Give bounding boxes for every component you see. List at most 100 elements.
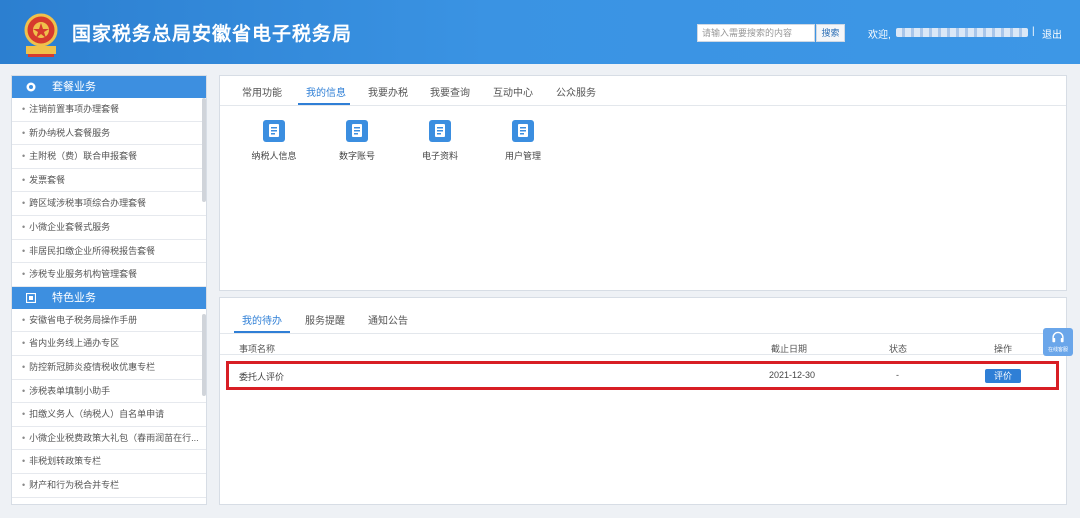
sidebar-item-label: 非税划转政策专栏 bbox=[29, 456, 102, 467]
bullet-icon: • bbox=[22, 221, 26, 232]
column-header-name: 事项名称 bbox=[239, 344, 276, 354]
user-management-icon bbox=[512, 120, 534, 142]
sidebar-section-featured[interactable]: 特色业务 bbox=[12, 286, 206, 309]
sidebar-item-label: 扣缴义务人（纳税人）自名单申请 bbox=[29, 409, 165, 420]
sidebar-item-label: 主附税（费）联合申报套餐 bbox=[29, 151, 138, 162]
sidebar-item[interactable]: • 安徽省电子税务局操作手册 bbox=[12, 309, 206, 333]
logout-link[interactable]: 退出 bbox=[1042, 26, 1062, 41]
electronic-data-icon bbox=[429, 120, 451, 142]
sidebar-item-label: 发票套餐 bbox=[29, 174, 66, 185]
todo-tab-1[interactable]: 服务提醒 bbox=[305, 312, 345, 327]
bullet-icon: • bbox=[22, 314, 26, 325]
site-title: 国家税务总局安徽省电子税务局 bbox=[72, 24, 353, 45]
taxpayer-info-icon bbox=[263, 120, 285, 142]
evaluate-button[interactable]: 评价 bbox=[985, 369, 1021, 383]
sidebar-item-label: 小微企业套餐式服务 bbox=[29, 221, 111, 232]
bullet-icon: • bbox=[22, 338, 26, 349]
app-tile[interactable]: 电子资料 bbox=[410, 120, 470, 162]
sidebar-item-label: 省内业务线上通办专区 bbox=[29, 338, 120, 349]
sidebar: 套餐业务 • 注销前置事项办理套餐 • 新办纳税人套餐服务 • 主附税（费）联合申报套餐 •… bbox=[11, 75, 207, 505]
sidebar-item[interactable]: • 新办纳税人套餐服务 bbox=[12, 122, 206, 146]
sidebar-item[interactable]: • 发票套餐 bbox=[12, 169, 206, 193]
online-service-label: 在线客服 bbox=[1047, 347, 1068, 353]
search-input[interactable]: 请输入需要搜索的内容 bbox=[697, 24, 815, 42]
top-header: 国家税务总局安徽省电子税务局 请输入需要搜索的内容 搜索 欢迎, | 退出 bbox=[0, 0, 1080, 64]
sidebar-item-label: 非居民扣缴企业所得税报告套餐 bbox=[29, 245, 156, 256]
sidebar-item[interactable]: • 小微企业税费政策大礼包（春雨润苗在行... bbox=[12, 427, 206, 451]
welcome-text: 欢迎, bbox=[868, 30, 891, 41]
sidebar-section-label: 特色业务 bbox=[52, 291, 96, 304]
app-tile[interactable]: 用户管理 bbox=[493, 120, 553, 162]
bullet-icon: • bbox=[22, 479, 26, 490]
sidebar-item[interactable]: • 小微企业套餐式服务 bbox=[12, 216, 206, 240]
sidebar-item-label: 新办纳税人套餐服务 bbox=[29, 127, 111, 138]
tab-3[interactable]: 我要查询 bbox=[430, 84, 470, 99]
app-tile[interactable]: 纳税人信息 bbox=[244, 120, 304, 162]
app-label: 纳税人信息 bbox=[251, 151, 297, 161]
bullet-icon: • bbox=[22, 385, 26, 396]
sidebar-item-label: 注销前置事项办理套餐 bbox=[29, 104, 120, 114]
bullet-icon: • bbox=[22, 269, 26, 280]
sidebar-list-featured: • 安徽省电子税务局操作手册 • 省内业务线上通办专区 • 防控新冠肺炎疫情税收优惠专栏 •… bbox=[12, 309, 206, 498]
bullet-icon: • bbox=[22, 409, 26, 420]
sidebar-item-label: 跨区域涉税事项综合办理套餐 bbox=[29, 198, 147, 209]
search-button[interactable]: 搜索 bbox=[816, 24, 845, 42]
tab-2[interactable]: 我要办税 bbox=[368, 84, 408, 99]
row-name: 委托人评价 bbox=[239, 372, 285, 382]
sidebar-item[interactable]: • 非居民扣缴企业所得税报告套餐 bbox=[12, 240, 206, 264]
bullet-icon: • bbox=[22, 198, 26, 209]
bullet-icon: • bbox=[22, 127, 26, 138]
tab-4[interactable]: 互动中心 bbox=[493, 84, 533, 99]
bullet-icon: • bbox=[22, 151, 26, 162]
table-row-highlighted[interactable] bbox=[226, 361, 1059, 390]
function-panel: 常用功能 我的信息 我要办税 我要查询 互动中心 公众服务 纳税人信息 数字账号 电子资料 用户… bbox=[219, 75, 1067, 291]
table-header bbox=[220, 335, 1066, 355]
sidebar-item[interactable]: • 跨区域涉税事项综合办理套餐 bbox=[12, 192, 206, 216]
todo-tab-0[interactable]: 我的待办 bbox=[242, 312, 282, 327]
function-tabs: 常用功能 我的信息 我要办税 我要查询 互动中心 公众服务 bbox=[220, 76, 1066, 106]
bullet-icon: • bbox=[22, 245, 26, 256]
sidebar-item[interactable]: • 扣缴义务人（纳税人）自名单申请 bbox=[12, 403, 206, 427]
todo-tabs: 我的待办 服务提醒 通知公告 bbox=[220, 304, 1066, 334]
sidebar-list-package: • 注销前置事项办理套餐 • 新办纳税人套餐服务 • 主附税（费）联合申报套餐 • 发票套餐 •… bbox=[12, 98, 206, 287]
digital-account-icon bbox=[346, 120, 368, 142]
app-label: 电子资料 bbox=[421, 151, 458, 161]
sidebar-item[interactable]: • 涉税专业服务机构管理套餐 bbox=[12, 263, 206, 287]
row-deadline: 2021-12-30 bbox=[769, 370, 816, 380]
tab-5[interactable]: 公众服务 bbox=[556, 84, 596, 99]
sidebar-item-label: 安徽省电子税务局操作手册 bbox=[29, 314, 138, 325]
sidebar-item-label: 小微企业税费政策大礼包（春雨润苗在行... bbox=[29, 432, 199, 443]
sidebar-item[interactable]: • 涉税表单填制小助手 bbox=[12, 380, 206, 404]
sidebar-item[interactable]: • 注销前置事项办理套餐 bbox=[12, 98, 206, 122]
sidebar-scrollbar-top[interactable] bbox=[202, 98, 206, 202]
tab-0[interactable]: 常用功能 bbox=[242, 84, 282, 99]
sidebar-section-label: 套餐业务 bbox=[52, 81, 96, 93]
tab-1[interactable]: 我的信息 bbox=[306, 84, 346, 99]
username-redacted bbox=[896, 28, 1028, 37]
bullet-icon: • bbox=[22, 361, 26, 372]
todo-tab-2[interactable]: 通知公告 bbox=[368, 312, 408, 327]
sidebar-item[interactable]: • 财产和行为税合并专栏 bbox=[12, 474, 206, 498]
sidebar-item-label: 涉税专业服务机构管理套餐 bbox=[29, 269, 138, 280]
bullet-icon: • bbox=[22, 432, 26, 443]
sidebar-item[interactable]: • 主附税（费）联合申报套餐 bbox=[12, 145, 206, 169]
header-separator: | bbox=[1032, 26, 1035, 37]
active-tab-underline bbox=[298, 103, 350, 105]
bullet-icon: • bbox=[22, 174, 26, 185]
sidebar-item[interactable]: • 省内业务线上通办专区 bbox=[12, 332, 206, 356]
sidebar-scrollbar-bottom[interactable] bbox=[202, 314, 206, 396]
package-circle-icon bbox=[26, 82, 36, 92]
app-tile[interactable]: 数字账号 bbox=[327, 120, 387, 162]
headset-icon bbox=[1052, 331, 1064, 343]
sidebar-item-label: 财产和行为税合并专栏 bbox=[29, 479, 120, 490]
tax-emblem-logo-icon bbox=[24, 13, 58, 57]
active-tab-underline bbox=[234, 331, 290, 333]
featured-grid-icon bbox=[26, 292, 36, 303]
sidebar-item-label: 防控新冠肺炎疫情税收优惠专栏 bbox=[29, 361, 156, 372]
sidebar-item[interactable]: • 非税划转政策专栏 bbox=[12, 450, 206, 474]
bullet-icon: • bbox=[22, 456, 26, 467]
online-service-button[interactable]: 在线客服 bbox=[1043, 328, 1073, 356]
sidebar-section-package[interactable]: 套餐业务 bbox=[12, 76, 206, 98]
sidebar-item-label: 涉税表单填制小助手 bbox=[29, 385, 111, 396]
sidebar-item[interactable]: • 防控新冠肺炎疫情税收优惠专栏 bbox=[12, 356, 206, 380]
